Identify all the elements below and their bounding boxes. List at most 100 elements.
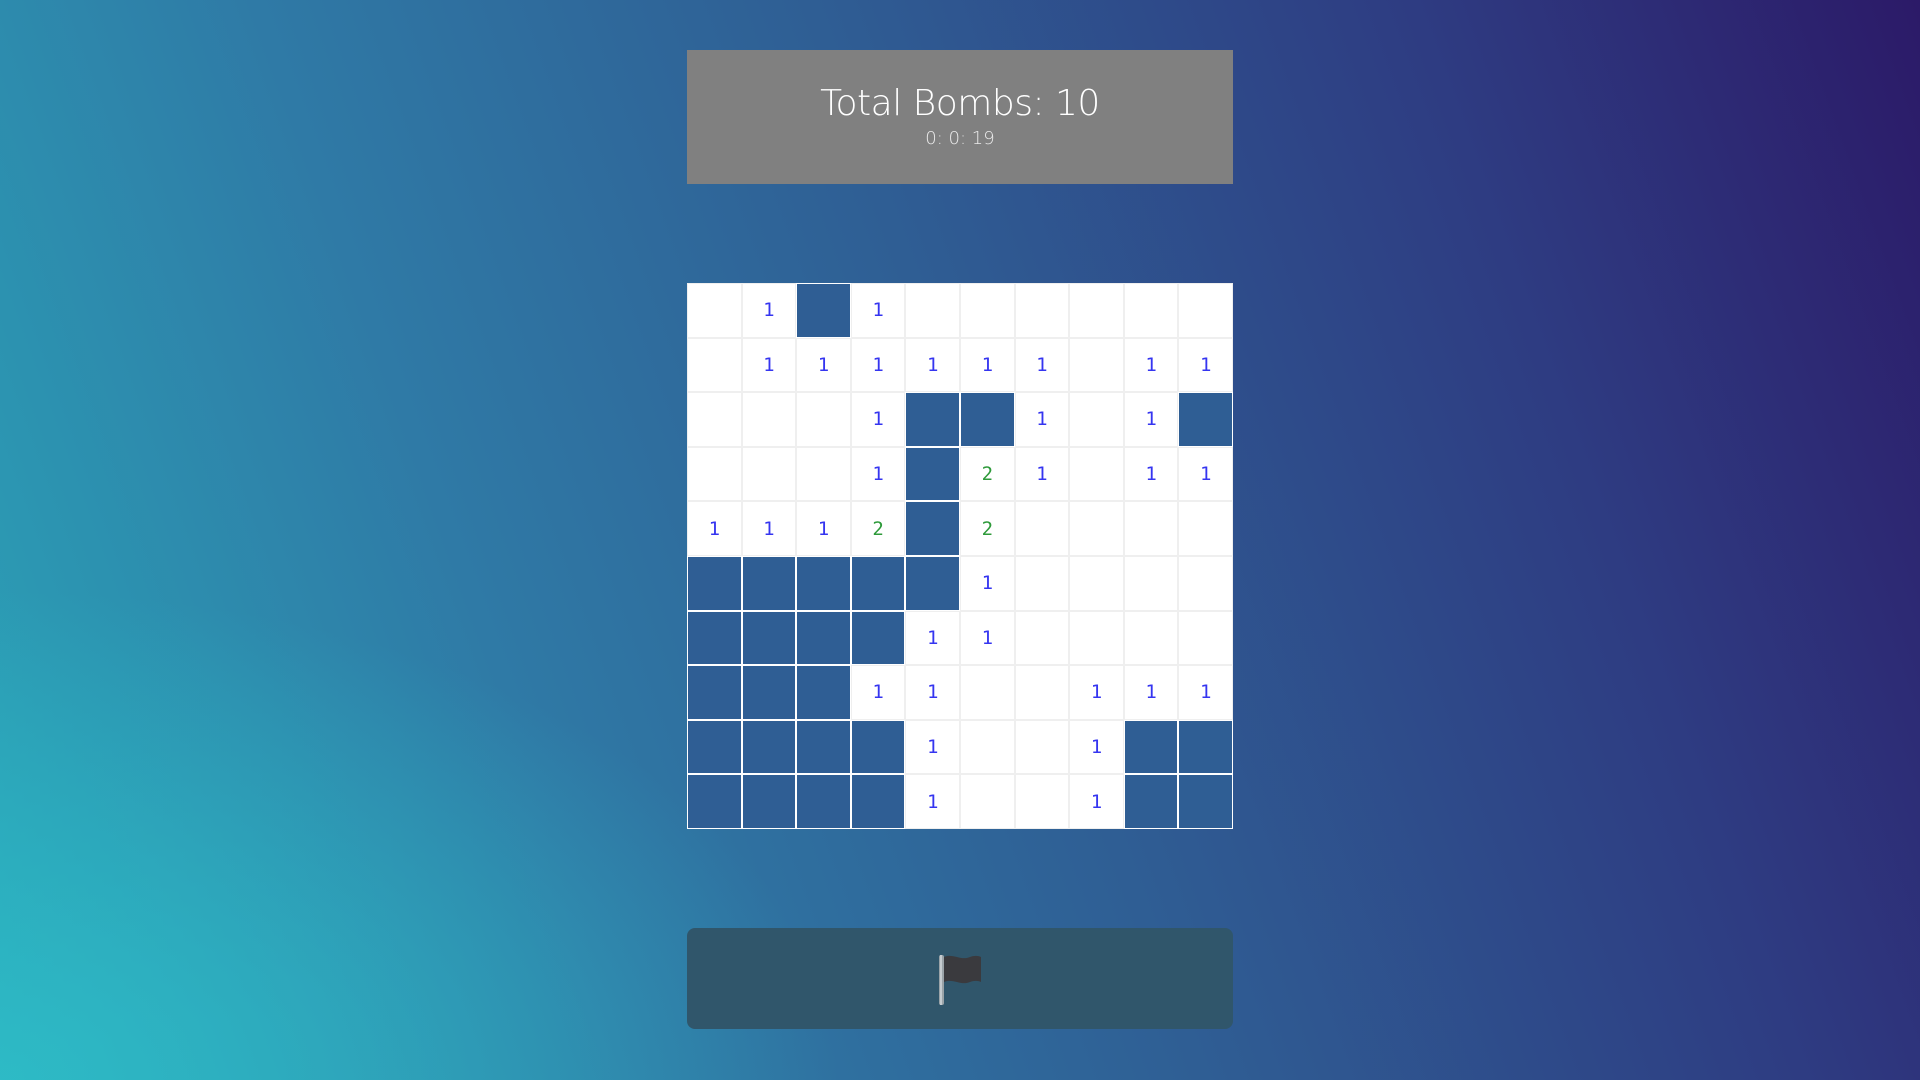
number-cell[interactable]: 1 [741, 337, 797, 393]
hidden-cell[interactable] [687, 774, 742, 829]
empty-cell[interactable] [1069, 501, 1124, 556]
hidden-cell[interactable] [1178, 774, 1233, 829]
empty-cell[interactable] [1069, 446, 1124, 502]
empty-cell[interactable] [1014, 774, 1070, 829]
empty-cell[interactable] [1069, 555, 1124, 611]
empty-cell[interactable] [1123, 555, 1179, 611]
hidden-cell[interactable] [1123, 719, 1179, 775]
empty-cell[interactable] [959, 665, 1015, 720]
number-cell[interactable]: 1 [1069, 774, 1124, 829]
empty-cell[interactable] [1014, 501, 1070, 556]
hidden-cell[interactable] [905, 501, 960, 556]
empty-cell[interactable] [687, 283, 742, 338]
number-cell[interactable]: 1 [741, 501, 797, 556]
hidden-cell[interactable] [741, 555, 797, 611]
hidden-cell[interactable] [687, 555, 742, 611]
flag-mode-button[interactable] [687, 928, 1233, 1029]
hidden-cell[interactable] [1123, 774, 1179, 829]
number-cell[interactable]: 1 [959, 555, 1015, 611]
empty-cell[interactable] [741, 446, 797, 502]
number-cell[interactable]: 2 [850, 501, 906, 556]
empty-cell[interactable] [1014, 555, 1070, 611]
empty-cell[interactable] [1178, 501, 1233, 556]
number-cell[interactable]: 1 [905, 610, 960, 666]
hidden-cell[interactable] [796, 283, 851, 338]
hidden-cell[interactable] [850, 774, 906, 829]
empty-cell[interactable] [959, 774, 1015, 829]
empty-cell[interactable] [959, 719, 1015, 775]
number-cell[interactable]: 1 [850, 392, 906, 447]
empty-cell[interactable] [741, 392, 797, 447]
number-cell[interactable]: 1 [1123, 337, 1179, 393]
empty-cell[interactable] [1123, 610, 1179, 666]
hidden-cell[interactable] [796, 610, 851, 666]
hidden-cell[interactable] [905, 555, 960, 611]
number-cell[interactable]: 1 [1014, 392, 1070, 447]
empty-cell[interactable] [1178, 610, 1233, 666]
number-cell[interactable]: 1 [905, 719, 960, 775]
number-cell[interactable]: 1 [850, 283, 906, 338]
number-cell[interactable]: 1 [905, 337, 960, 393]
empty-cell[interactable] [1069, 392, 1124, 447]
number-cell[interactable]: 1 [1178, 337, 1233, 393]
number-cell[interactable]: 2 [959, 501, 1015, 556]
empty-cell[interactable] [959, 283, 1015, 338]
number-cell[interactable]: 1 [905, 665, 960, 720]
number-cell[interactable]: 1 [1123, 665, 1179, 720]
hidden-cell[interactable] [741, 665, 797, 720]
hidden-cell[interactable] [796, 719, 851, 775]
number-cell[interactable]: 2 [959, 446, 1015, 502]
number-cell[interactable]: 1 [796, 501, 851, 556]
hidden-cell[interactable] [741, 610, 797, 666]
number-cell[interactable]: 1 [1014, 337, 1070, 393]
empty-cell[interactable] [1069, 610, 1124, 666]
number-cell[interactable]: 1 [796, 337, 851, 393]
hidden-cell[interactable] [687, 610, 742, 666]
number-cell[interactable]: 1 [741, 283, 797, 338]
empty-cell[interactable] [905, 283, 960, 338]
empty-cell[interactable] [1123, 501, 1179, 556]
hidden-cell[interactable] [959, 392, 1015, 447]
number-cell[interactable]: 1 [905, 774, 960, 829]
empty-cell[interactable] [1178, 555, 1233, 611]
empty-cell[interactable] [687, 337, 742, 393]
empty-cell[interactable] [1123, 283, 1179, 338]
hidden-cell[interactable] [687, 719, 742, 775]
empty-cell[interactable] [1014, 719, 1070, 775]
empty-cell[interactable] [1069, 337, 1124, 393]
number-cell[interactable]: 1 [850, 665, 906, 720]
hidden-cell[interactable] [741, 719, 797, 775]
number-cell[interactable]: 1 [959, 610, 1015, 666]
hidden-cell[interactable] [1178, 719, 1233, 775]
hidden-cell[interactable] [796, 555, 851, 611]
empty-cell[interactable] [796, 392, 851, 447]
empty-cell[interactable] [1069, 283, 1124, 338]
hidden-cell[interactable] [741, 774, 797, 829]
hidden-cell[interactable] [1178, 392, 1233, 447]
number-cell[interactable]: 1 [1178, 665, 1233, 720]
number-cell[interactable]: 1 [850, 446, 906, 502]
empty-cell[interactable] [1014, 665, 1070, 720]
hidden-cell[interactable] [850, 719, 906, 775]
number-cell[interactable]: 1 [850, 337, 906, 393]
empty-cell[interactable] [1014, 610, 1070, 666]
number-cell[interactable]: 1 [1123, 446, 1179, 502]
number-cell[interactable]: 1 [1123, 392, 1179, 447]
hidden-cell[interactable] [905, 392, 960, 447]
number-cell[interactable]: 1 [687, 501, 742, 556]
number-cell[interactable]: 1 [1069, 719, 1124, 775]
hidden-cell[interactable] [687, 665, 742, 720]
empty-cell[interactable] [1014, 283, 1070, 338]
hidden-cell[interactable] [905, 446, 960, 502]
hidden-cell[interactable] [796, 665, 851, 720]
empty-cell[interactable] [687, 446, 742, 502]
empty-cell[interactable] [687, 392, 742, 447]
empty-cell[interactable] [796, 446, 851, 502]
number-cell[interactable]: 1 [1069, 665, 1124, 720]
number-cell[interactable]: 1 [1014, 446, 1070, 502]
hidden-cell[interactable] [796, 774, 851, 829]
hidden-cell[interactable] [850, 555, 906, 611]
empty-cell[interactable] [1178, 283, 1233, 338]
hidden-cell[interactable] [850, 610, 906, 666]
number-cell[interactable]: 1 [959, 337, 1015, 393]
